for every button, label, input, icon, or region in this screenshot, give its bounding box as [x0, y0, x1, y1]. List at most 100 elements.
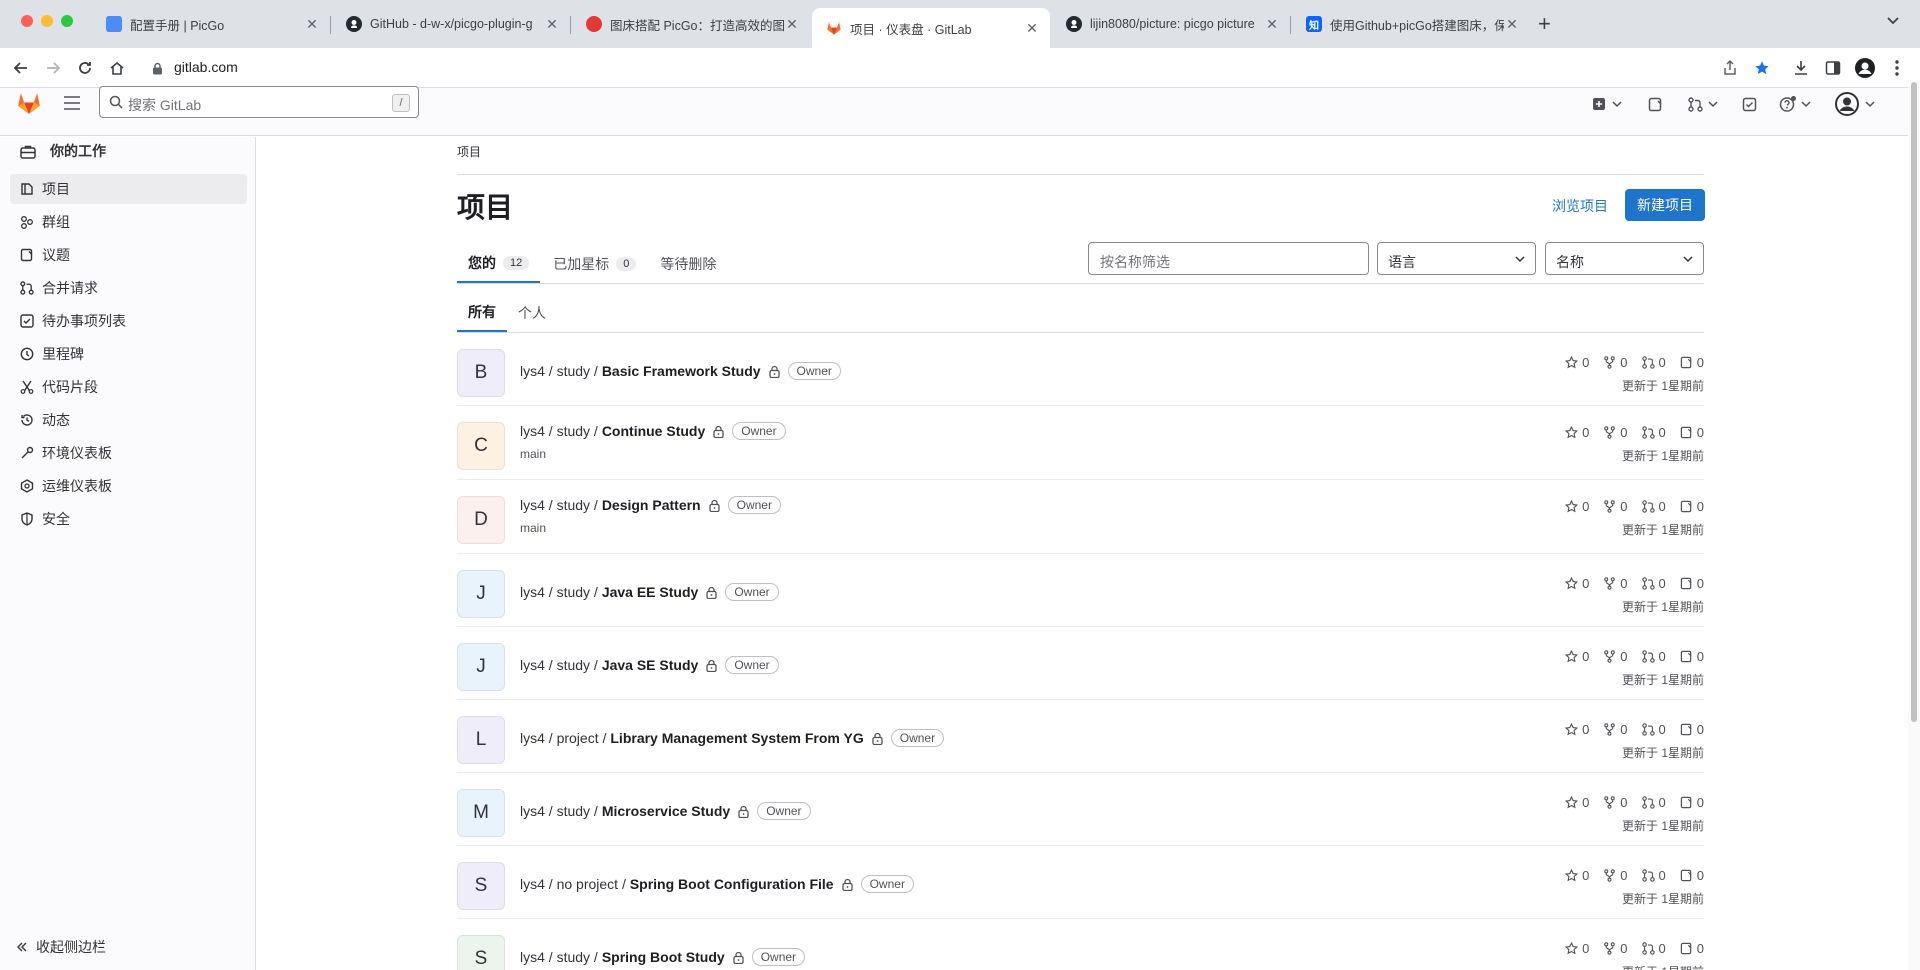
merge-requests-count[interactable]: 0 — [1641, 576, 1666, 591]
todo-header-icon[interactable] — [1742, 96, 1757, 112]
forks-count[interactable]: 0 — [1603, 355, 1628, 370]
forks-count[interactable]: 0 — [1603, 649, 1628, 664]
sidebar-item-activity[interactable]: 动态 — [10, 405, 247, 435]
tab-starred[interactable]: 已加星标 0 — [542, 245, 647, 283]
sidebar-item-todos[interactable]: 待办事项列表 — [10, 306, 247, 336]
stars-count[interactable]: 0 — [1565, 425, 1589, 440]
tab-pending-deletion[interactable]: 等待删除 — [649, 245, 727, 283]
merge-requests-count[interactable]: 0 — [1641, 649, 1666, 664]
project-row[interactable]: Mlys4 / study / Microservice Study Owner 0 0… — [457, 773, 1704, 846]
breadcrumb[interactable]: 项目 — [457, 143, 481, 160]
project-title[interactable]: lys4 / study / Continue Study Owner — [520, 422, 786, 440]
merge-requests-count[interactable]: 0 — [1641, 355, 1666, 370]
close-tab-icon[interactable]: ✕ — [544, 16, 560, 32]
project-row[interactable]: Clys4 / study / Continue Study Owner main 0 0… — [457, 406, 1704, 480]
stars-count[interactable]: 0 — [1565, 576, 1589, 591]
stars-count[interactable]: 0 — [1565, 355, 1589, 370]
sort-dropdown[interactable]: 名称 — [1545, 242, 1704, 275]
sidebar-item-environments[interactable]: 环境仪表板 — [10, 438, 247, 468]
project-avatar[interactable]: J — [457, 570, 505, 618]
project-avatar[interactable]: C — [457, 422, 505, 470]
user-menu-dropdown[interactable] — [1835, 92, 1875, 116]
project-avatar[interactable]: D — [457, 496, 505, 544]
merge-requests-count[interactable]: 0 — [1641, 868, 1666, 883]
stars-count[interactable]: 0 — [1565, 499, 1589, 514]
forks-count[interactable]: 0 — [1603, 722, 1628, 737]
issues-count[interactable]: 0 — [1680, 868, 1704, 883]
close-tab-icon[interactable]: ✕ — [1264, 16, 1280, 32]
merge-requests-dropdown[interactable] — [1688, 96, 1718, 112]
sidebar-item-issues[interactable]: 议题 — [10, 240, 247, 270]
stars-count[interactable]: 0 — [1565, 649, 1589, 664]
download-icon[interactable] — [1791, 58, 1811, 78]
project-name[interactable]: Continue Study — [602, 423, 705, 439]
sidebar-item-operations[interactable]: 运维仪表板 — [10, 471, 247, 501]
forks-count[interactable]: 0 — [1603, 868, 1628, 883]
project-title[interactable]: lys4 / study / Java EE Study Owner — [520, 583, 779, 601]
address-bar[interactable]: gitlab.com — [174, 59, 238, 75]
project-title[interactable]: lys4 / study / Spring Boot Study Owner — [520, 948, 806, 966]
close-window-button[interactable] — [21, 15, 33, 27]
project-avatar[interactable]: J — [457, 643, 505, 691]
project-row[interactable]: Jlys4 / study / Java EE Study Owner 0 0 0 0 更新于… — [457, 554, 1704, 627]
project-name[interactable]: Spring Boot Study — [602, 949, 725, 965]
forks-count[interactable]: 0 — [1603, 499, 1628, 514]
issues-count[interactable]: 0 — [1680, 941, 1704, 956]
forks-count[interactable]: 0 — [1603, 425, 1628, 440]
issues-count[interactable]: 0 — [1680, 425, 1704, 440]
project-row[interactable]: Dlys4 / study / Design Pattern Owner main 0 0… — [457, 480, 1704, 554]
merge-requests-count[interactable]: 0 — [1641, 941, 1666, 956]
project-name[interactable]: Library Management System From YG — [610, 730, 863, 746]
hamburger-menu-icon[interactable] — [64, 96, 80, 110]
project-avatar[interactable]: L — [457, 716, 505, 764]
project-row[interactable]: Slys4 / study / Spring Boot Study Owner 0 0 0… — [457, 919, 1704, 970]
issues-count[interactable]: 0 — [1680, 795, 1704, 810]
side-panel-icon[interactable] — [1823, 58, 1843, 78]
filter-by-name-input[interactable]: 按名称筛选 — [1088, 242, 1369, 275]
merge-requests-count[interactable]: 0 — [1641, 499, 1666, 514]
sidebar-item-merge-requests[interactable]: 合并请求 — [10, 273, 247, 303]
new-project-button[interactable]: 新建项目 — [1625, 189, 1705, 221]
project-row[interactable]: Slys4 / no project / Spring Boot Configur… — [457, 846, 1704, 919]
sidebar-item-snippets[interactable]: 代码片段 — [10, 372, 247, 402]
reload-icon[interactable] — [75, 58, 95, 78]
gitlab-logo-icon[interactable] — [16, 90, 42, 116]
close-tab-icon[interactable]: ✕ — [1504, 16, 1520, 32]
forks-count[interactable]: 0 — [1603, 576, 1628, 591]
browse-projects-link[interactable]: 浏览项目 — [1552, 196, 1608, 216]
help-dropdown[interactable] — [1779, 96, 1811, 112]
back-icon[interactable] — [11, 58, 31, 78]
sidebar-item-projects[interactable]: 项目 — [10, 174, 247, 204]
new-tab-button[interactable]: + — [1538, 13, 1551, 35]
merge-requests-count[interactable]: 0 — [1641, 795, 1666, 810]
create-new-dropdown[interactable] — [1592, 96, 1622, 112]
maximize-window-button[interactable] — [61, 15, 73, 27]
project-name[interactable]: Java SE Study — [602, 657, 699, 673]
issues-count[interactable]: 0 — [1680, 576, 1704, 591]
browser-tab[interactable]: lijin8080/picture: picgo picture ✕ — [1052, 8, 1291, 40]
browser-tab[interactable]: 图床搭配 PicGo：打造高效的图床 ✕ — [572, 8, 810, 40]
stars-count[interactable]: 0 — [1565, 941, 1589, 956]
lock-icon[interactable] — [152, 62, 163, 75]
sidebar-item-milestones[interactable]: 里程碑 — [10, 339, 247, 369]
issues-header-icon[interactable] — [1648, 96, 1663, 112]
project-row[interactable]: Llys4 / project / Library Management Syst… — [457, 700, 1704, 773]
project-name[interactable]: Java EE Study — [602, 584, 699, 600]
issues-count[interactable]: 0 — [1680, 649, 1704, 664]
forward-icon[interactable] — [43, 58, 63, 78]
stars-count[interactable]: 0 — [1565, 795, 1589, 810]
project-title[interactable]: lys4 / study / Basic Framework Study Owner — [520, 362, 841, 380]
sidebar-context-header[interactable]: 你的工作 — [20, 139, 106, 163]
merge-requests-count[interactable]: 0 — [1641, 425, 1666, 440]
project-avatar[interactable]: S — [457, 862, 505, 910]
project-name[interactable]: Microservice Study — [602, 803, 730, 819]
project-title[interactable]: lys4 / no project / Spring Boot Configura… — [520, 875, 914, 893]
more-menu-icon[interactable] — [1887, 58, 1907, 78]
subtab-personal[interactable]: 个人 — [507, 293, 557, 332]
search-input[interactable]: 搜索 GitLab / — [99, 86, 419, 118]
sidebar-item-groups[interactable]: 群组 — [10, 207, 247, 237]
project-avatar[interactable]: B — [457, 349, 505, 397]
browser-tab[interactable]: 配置手册 | PicGo ✕ — [92, 8, 331, 40]
project-title[interactable]: lys4 / study / Design Pattern Owner — [520, 496, 781, 514]
collapse-sidebar-button[interactable]: 收起侧边栏 — [16, 937, 106, 957]
